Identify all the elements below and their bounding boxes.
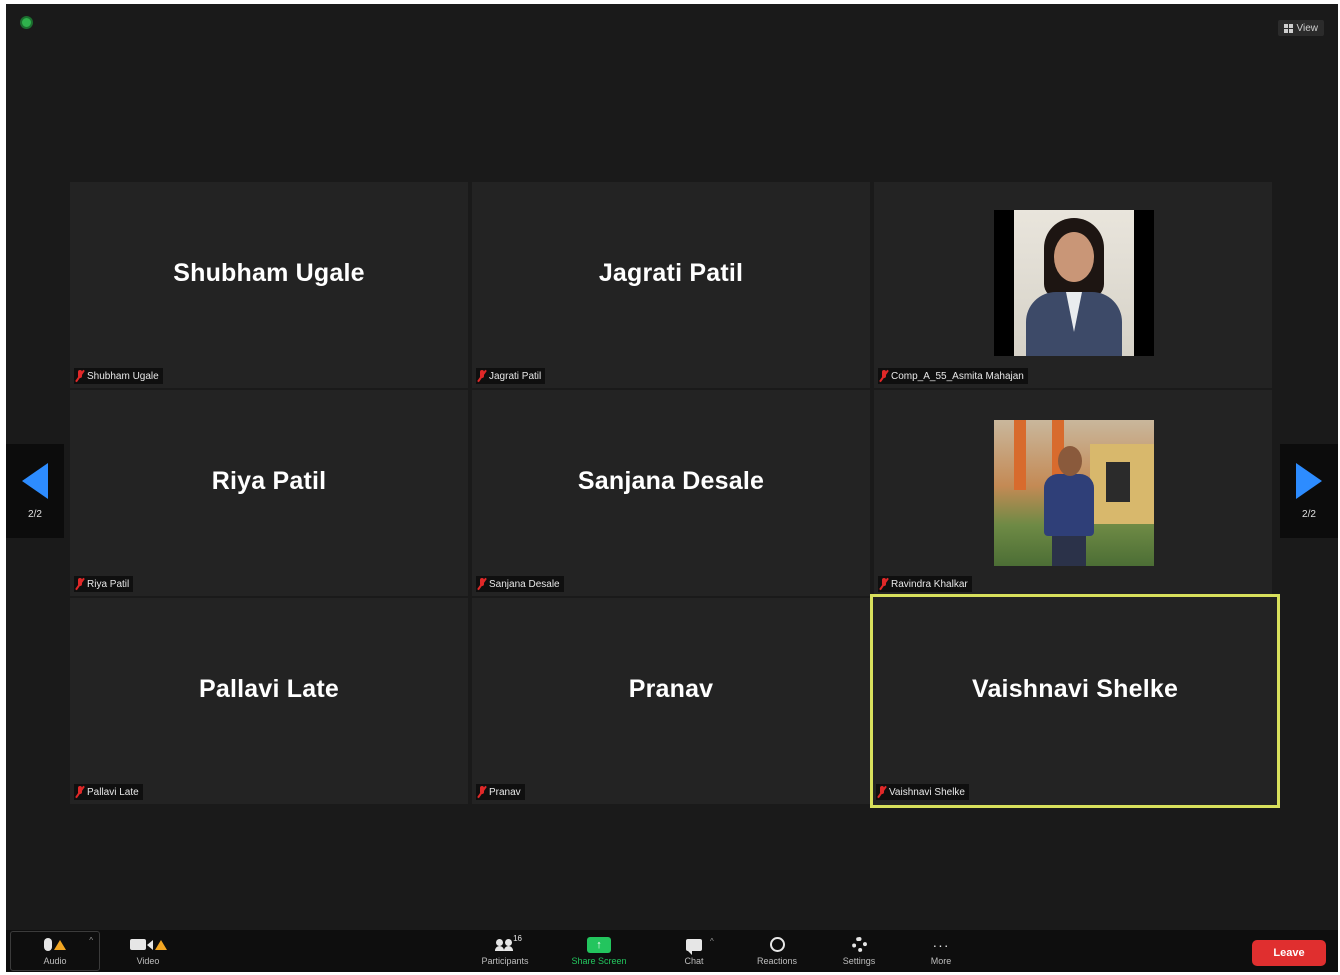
previous-page-button[interactable]: 2/2	[6, 444, 64, 538]
participant-name-label: Pranav	[476, 784, 525, 800]
warning-icon	[154, 939, 167, 950]
settings-label: Settings	[842, 955, 876, 966]
participant-display-name: Pranav	[628, 674, 714, 703]
meeting-toolbar: Audio ^ Video 16 Participants ↑ Share Sc…	[6, 930, 1338, 972]
participant-label-text: Vaishnavi Shelke	[889, 786, 965, 798]
participant-tile[interactable]: Riya Patil Riya Patil	[70, 390, 468, 596]
participant-tile-active-speaker[interactable]: Vaishnavi Shelke Vaishnavi Shelke	[870, 594, 1280, 808]
participant-tile[interactable]: Sanjana Desale Sanjana Desale	[472, 390, 870, 596]
participant-label-text: Sanjana Desale	[489, 578, 560, 590]
view-button-label: View	[1296, 22, 1319, 34]
gear-icon	[851, 937, 867, 952]
page-indicator-right: 2/2	[1302, 508, 1316, 520]
chat-options-caret-icon[interactable]: ^	[710, 937, 714, 946]
participant-label-text: Pranav	[489, 786, 521, 798]
mic-muted-icon	[878, 786, 886, 798]
warning-icon	[54, 939, 66, 950]
arrow-left-icon	[22, 462, 48, 499]
share-screen-button[interactable]: ↑ Share Screen	[558, 930, 640, 972]
participant-tile[interactable]: Comp_A_55_Asmita Mahajan	[874, 182, 1272, 388]
participant-tile[interactable]: Pranav Pranav	[472, 598, 870, 804]
mic-muted-icon	[76, 370, 84, 382]
participant-label-text: Ravindra Khalkar	[891, 578, 968, 590]
participant-video-feed	[994, 420, 1154, 566]
mic-muted-icon	[478, 578, 486, 590]
mic-muted-icon	[880, 370, 888, 382]
camera-icon	[129, 939, 146, 950]
reactions-button[interactable]: Reactions	[744, 930, 810, 972]
video-button[interactable]: Video	[118, 930, 178, 972]
participant-name-label: Pallavi Late	[74, 784, 143, 800]
participant-display-name: Riya Patil	[211, 466, 327, 495]
participant-video-feed	[1014, 210, 1134, 356]
meeting-window: View 2/2 2/2 Shubham Ugale Shubham Ugale…	[6, 4, 1338, 972]
participants-label: Participants	[481, 955, 529, 966]
participant-display-name: Shubham Ugale	[173, 258, 365, 287]
gallery-grid-icon	[1283, 23, 1293, 33]
mic-muted-icon	[76, 786, 84, 798]
chat-button[interactable]: ^ Chat	[668, 930, 720, 972]
chat-label: Chat	[684, 955, 704, 966]
participant-tile[interactable]: Jagrati Patil Jagrati Patil	[472, 182, 870, 388]
page-indicator-left: 2/2	[28, 508, 42, 520]
microphone-icon	[44, 938, 52, 951]
camera-lens-icon	[146, 939, 153, 950]
security-shield-icon[interactable]	[20, 16, 33, 29]
participant-name-label: Sanjana Desale	[476, 576, 564, 592]
view-button[interactable]: View	[1277, 20, 1324, 36]
participants-button[interactable]: 16 Participants	[466, 930, 544, 972]
participant-video	[994, 210, 1154, 356]
audio-button[interactable]: Audio ^	[10, 931, 100, 971]
participant-name-label: Comp_A_55_Asmita Mahajan	[878, 368, 1028, 384]
video-label: Video	[136, 955, 160, 966]
participant-video	[994, 420, 1154, 566]
participant-label-text: Comp_A_55_Asmita Mahajan	[891, 370, 1024, 382]
chat-icon	[686, 938, 702, 955]
participant-tile[interactable]: Pallavi Late Pallavi Late	[70, 598, 468, 804]
audio-options-caret-icon[interactable]: ^	[89, 936, 93, 945]
participant-display-name: Vaishnavi Shelke	[971, 674, 1179, 703]
participant-display-name: Pallavi Late	[199, 674, 339, 703]
participants-count: 16	[513, 933, 522, 943]
share-screen-label: Share Screen	[571, 955, 627, 966]
participant-name-label: Ravindra Khalkar	[878, 576, 972, 592]
participant-label-text: Jagrati Patil	[489, 370, 542, 382]
settings-button[interactable]: Settings	[830, 930, 888, 972]
arrow-right-icon	[1296, 462, 1322, 499]
participant-tile[interactable]: Ravindra Khalkar	[874, 390, 1272, 596]
participant-name-label: Shubham Ugale	[74, 368, 163, 384]
participant-display-name: Sanjana Desale	[577, 466, 765, 495]
more-dots-icon: ···	[932, 936, 950, 953]
mic-muted-icon	[76, 578, 84, 590]
leave-button[interactable]: Leave	[1252, 940, 1326, 966]
participant-display-name: Jagrati Patil	[598, 258, 744, 287]
mic-muted-icon	[880, 578, 888, 590]
more-button[interactable]: ··· More	[916, 930, 966, 972]
participant-name-label: Vaishnavi Shelke	[876, 784, 969, 800]
reactions-label: Reactions	[756, 955, 798, 966]
more-label: More	[930, 955, 952, 966]
participant-tile[interactable]: Shubham Ugale Shubham Ugale	[70, 182, 468, 388]
participant-label-text: Pallavi Late	[87, 786, 139, 798]
reactions-smiley-icon	[769, 937, 785, 952]
participant-name-label: Riya Patil	[74, 576, 134, 592]
participant-label-text: Shubham Ugale	[87, 370, 159, 382]
audio-label: Audio	[43, 955, 67, 966]
mic-muted-icon	[478, 786, 486, 798]
participant-label-text: Riya Patil	[87, 578, 130, 590]
participants-icon	[495, 938, 514, 951]
share-screen-icon: ↑	[587, 936, 611, 953]
participant-name-label: Jagrati Patil	[476, 368, 546, 384]
next-page-button[interactable]: 2/2	[1280, 444, 1338, 538]
mic-muted-icon	[478, 370, 486, 382]
